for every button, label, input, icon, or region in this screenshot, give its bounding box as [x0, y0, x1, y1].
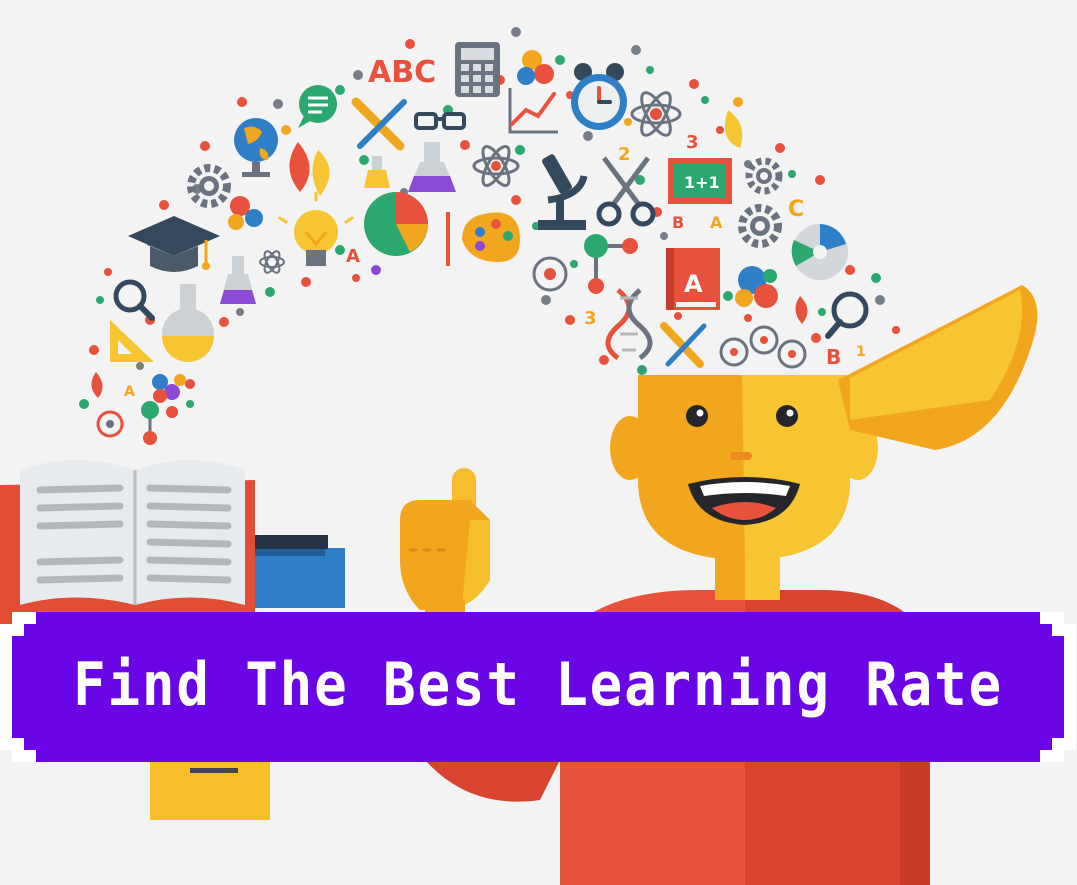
illustration-stage: ABC 3 2 1+1 B A C A A 3 A B 1 Find The B… — [0, 0, 1077, 885]
red-book-icon: A — [666, 248, 720, 310]
abc-letters-icon: ABC — [368, 55, 436, 90]
globe-icon — [234, 118, 278, 177]
red-leaf-small-icon — [91, 372, 103, 398]
kid-right-eye — [776, 405, 798, 427]
molecule-icon — [517, 50, 554, 85]
digit-1-icon: 1 — [856, 344, 866, 360]
alarm-clock-icon — [571, 63, 627, 130]
gear-large-icon — [738, 204, 782, 248]
dna-icon — [605, 288, 653, 361]
molecule-cluster-right-icon — [735, 266, 778, 308]
molecule-stick-icon — [141, 401, 178, 445]
paint-palette-icon — [462, 212, 520, 262]
yellow-book-stripe — [190, 768, 238, 773]
magnifier-right-icon — [825, 291, 869, 339]
line-chart-icon — [508, 88, 558, 134]
flask-left-icon — [220, 256, 256, 304]
ring-molecule-icon — [96, 410, 124, 438]
light-bulb-icon — [278, 191, 354, 266]
graduation-cap-icon — [128, 216, 220, 272]
chalkboard-icon: 1+1 — [668, 158, 732, 204]
glasses-icon — [414, 112, 466, 130]
crossed-pencils-icon — [660, 322, 707, 368]
calculator-icon — [455, 42, 500, 97]
hexagon-chain-icon — [719, 325, 807, 369]
kid-nose — [730, 452, 752, 460]
digit-3-small-icon: 3 — [584, 308, 597, 329]
kid-left-eye — [686, 405, 708, 427]
letter-a-tiny-icon: A — [124, 384, 135, 400]
kid-pointing-hand — [400, 468, 490, 628]
flask-icon — [408, 142, 456, 192]
open-book — [0, 460, 255, 628]
letter-b-large-icon: B — [826, 345, 841, 369]
letter-a-small-icon: A — [346, 246, 360, 267]
microscope-icon — [538, 154, 588, 230]
hexagon-molecule-icon — [532, 256, 568, 292]
digit-3-icon: 3 — [686, 132, 699, 153]
atom-small-icon — [259, 250, 285, 274]
scissors-icon — [596, 156, 656, 227]
red-book-letter: A — [684, 270, 703, 298]
chat-bubble-icon — [298, 85, 337, 128]
red-leaf-right-icon — [795, 296, 808, 324]
kid-figure — [400, 285, 1038, 885]
round-flask-icon — [162, 284, 214, 362]
pie-chart-icon — [364, 192, 428, 256]
molecule-blocks-icon — [152, 374, 186, 403]
molecule-center-icon — [584, 234, 638, 294]
gear-right-icon — [745, 157, 783, 195]
banner-title: Find The Best Learning Rate — [73, 650, 1003, 720]
digit-2-icon: 2 — [618, 144, 631, 165]
leaf-icon — [724, 110, 743, 148]
cd-disc-icon — [791, 224, 848, 280]
letter-c-icon: C — [788, 197, 804, 222]
atom-center-icon — [472, 145, 520, 187]
molecule-cluster-icon — [228, 196, 263, 230]
atom-icon — [630, 91, 682, 137]
chalkboard-text: 1+1 — [684, 173, 720, 192]
letter-b-icon: B — [672, 213, 684, 232]
title-banner: Find The Best Learning Rate — [0, 612, 1076, 762]
letter-a-icon: A — [710, 213, 723, 232]
magnifier-icon — [113, 279, 155, 321]
red-leaf-icon — [289, 142, 330, 196]
learning-illustration: ABC 3 2 1+1 B A C A A 3 A B 1 Find The B… — [0, 27, 1076, 885]
open-book-left-page — [20, 460, 135, 605]
pencil-icon — [351, 97, 407, 151]
ruler-triangle-icon — [110, 320, 154, 362]
